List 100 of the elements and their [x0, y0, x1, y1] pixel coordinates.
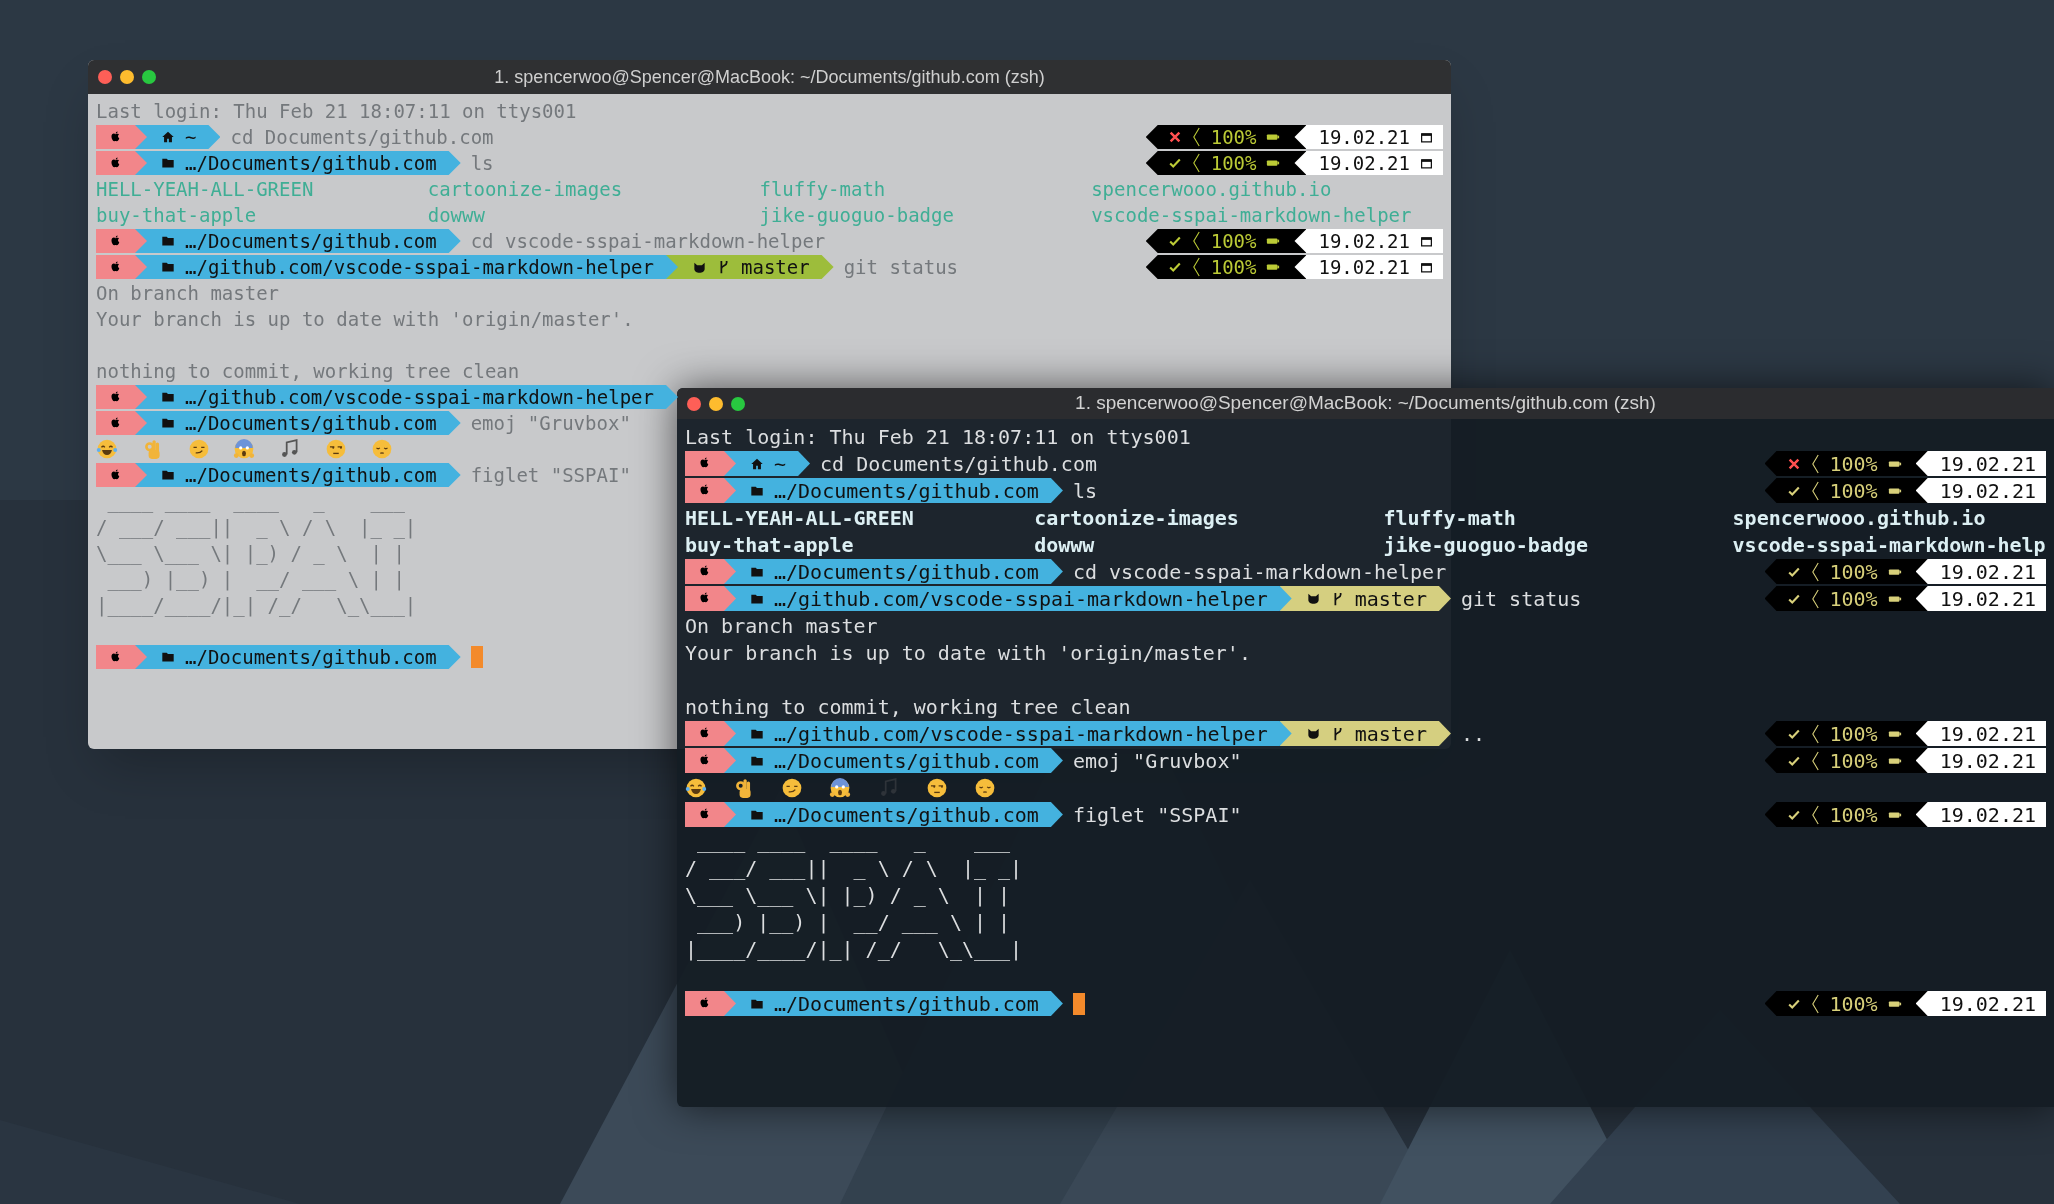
file-name: buy-that-apple	[685, 531, 855, 559]
command-text: figlet "SSPAI"	[1072, 801, 1242, 829]
date-text: 19.02.21	[1939, 990, 2036, 1018]
smirking-face-icon	[187, 438, 210, 460]
path-text: …/Documents/github.com	[185, 410, 437, 436]
date-text: 19.02.21	[1318, 228, 1410, 254]
file-name: cartoonize-images	[427, 176, 624, 202]
close-button[interactable]	[98, 70, 112, 84]
separator-icon	[1810, 992, 1820, 1015]
date-text: 19.02.21	[1318, 124, 1410, 150]
command-text: ls	[1072, 477, 1097, 505]
command-text: emoj "Gruvbox"	[470, 410, 631, 436]
screaming-face-icon	[233, 438, 256, 460]
command-text: git status	[1460, 585, 1582, 613]
separator-icon	[1810, 803, 1820, 826]
branch-name: master	[1354, 585, 1427, 613]
date-text: 19.02.21	[1939, 720, 2036, 748]
window-title: 1. spencerwoo@Spencer@MacBook: ~/Documents/github.com (zsh)	[1075, 391, 1656, 416]
path-text: …/Documents/github.com	[185, 150, 437, 176]
output-text: On branch master	[685, 612, 878, 640]
ascii-art: ____ ____ ____ _ ___ / ___/ ___|| _ \ / \ |_ _| \___ \___ \| |_) / _ \ | | ___) |__) | __/ ___ \ | | |____/____/|_| /_/ \_\___|	[96, 489, 417, 618]
path-text: …/github.com/vscode-sspai-markdown-helper	[774, 585, 1268, 613]
output-text: Your branch is up to date with 'origin/master'.	[685, 639, 1251, 667]
output-text: On branch master	[96, 280, 280, 306]
battery-level: 100%	[1829, 720, 1878, 748]
command-text: cd Documents/github.com	[820, 450, 1097, 478]
separator-icon	[1191, 256, 1201, 278]
path-text: …/Documents/github.com	[774, 558, 1039, 586]
command-text: emoj "Gruvbox"	[1072, 747, 1242, 775]
output-text: nothing to commit, working tree clean	[685, 693, 1131, 721]
unamused-face-icon	[925, 776, 948, 799]
separator-icon	[1810, 722, 1820, 745]
command-text: ..	[1460, 720, 1486, 748]
path-text: ~	[774, 450, 787, 478]
battery-level: 100%	[1210, 254, 1257, 280]
path-text: …/Documents/github.com	[185, 228, 437, 254]
separator-icon	[1810, 749, 1820, 772]
battery-level: 100%	[1829, 747, 1878, 775]
screaming-face-icon	[829, 776, 852, 799]
battery-level: 100%	[1829, 450, 1878, 478]
separator-icon	[1191, 126, 1201, 148]
pensive-face-icon	[370, 438, 393, 460]
file-name: jike-guoguo-badge	[1383, 531, 1590, 559]
path-text: …/Documents/github.com	[185, 462, 437, 488]
unamused-face-icon	[324, 438, 347, 460]
file-name: jike-guoguo-badge	[759, 202, 955, 228]
smirking-face-icon	[781, 776, 804, 799]
file-name: cartoonize-images	[1034, 504, 1240, 532]
path-text: …/github.com/vscode-sspai-markdown-helper	[185, 254, 654, 280]
laughing-face-icon	[685, 776, 707, 799]
path-text: …/github.com/vscode-sspai-markdown-helper	[774, 720, 1268, 748]
file-name: HELL-YEAH-ALL-GREEN	[96, 176, 315, 202]
separator-icon	[1191, 230, 1201, 252]
date-text: 19.02.21	[1318, 254, 1410, 280]
zoom-button[interactable]	[142, 70, 156, 84]
command-text: ls	[470, 150, 494, 176]
path-text: …/github.com/vscode-sspai-markdown-helper	[185, 384, 654, 410]
file-name: buy-that-apple	[96, 202, 258, 228]
cat-icon	[1305, 726, 1321, 741]
command-text: cd vscode-sspai-markdown-helper	[1072, 558, 1447, 586]
separator-icon	[1191, 152, 1201, 174]
battery-level: 100%	[1210, 124, 1257, 150]
date-text: 19.02.21	[1939, 477, 2036, 505]
path-text: …/Documents/github.com	[774, 747, 1039, 775]
minimize-button[interactable]	[709, 396, 723, 411]
file-name: spencerwooo.github.io	[1091, 176, 1332, 202]
file-name: HELL-YEAH-ALL-GREEN	[685, 504, 915, 532]
battery-level: 100%	[1829, 477, 1878, 505]
output-text: Your branch is up to date with 'origin/master'.	[96, 306, 634, 332]
output-text: Last login: Thu Feb 21 18:07:11 on ttys001	[96, 98, 577, 124]
battery-level: 100%	[1210, 150, 1257, 176]
file-name: spencerwooo.github.io	[1732, 504, 1986, 532]
path-text: …/Documents/github.com	[774, 801, 1039, 829]
separator-icon	[1810, 560, 1820, 583]
path-text: …/Documents/github.com	[774, 477, 1039, 505]
file-name: vscode-sspai-markdown-help	[1732, 531, 2046, 559]
date-text: 19.02.21	[1939, 558, 2036, 586]
file-name: fluffy-math	[1383, 504, 1517, 532]
close-button[interactable]	[687, 396, 701, 411]
date-text: 19.02.21	[1939, 585, 2036, 613]
command-text: cd vscode-sspai-markdown-helper	[470, 228, 826, 254]
output-text: Last login: Thu Feb 21 18:07:11 on ttys001	[685, 423, 1191, 451]
file-name: vscode-sspai-markdown-helper	[1091, 202, 1412, 228]
separator-icon	[1810, 587, 1820, 610]
cat-icon	[1305, 591, 1321, 606]
command-text: git status	[843, 254, 959, 280]
minimize-button[interactable]	[120, 70, 134, 84]
branch-name: master	[1354, 720, 1427, 748]
battery-level: 100%	[1829, 585, 1878, 613]
command-text: cd Documents/github.com	[230, 124, 494, 150]
separator-icon	[1810, 452, 1820, 475]
file-name: dowww	[427, 202, 486, 228]
path-text: …/Documents/github.com	[185, 644, 437, 670]
separator-icon	[1810, 479, 1820, 502]
branch-name: master	[741, 254, 810, 280]
date-text: 19.02.21	[1939, 450, 2036, 478]
zoom-button[interactable]	[731, 396, 745, 411]
window-title: 1. spencerwoo@Spencer@MacBook: ~/Documents/github.com (zsh)	[494, 65, 1045, 89]
battery-level: 100%	[1210, 228, 1257, 254]
path-text: ~	[185, 124, 197, 150]
